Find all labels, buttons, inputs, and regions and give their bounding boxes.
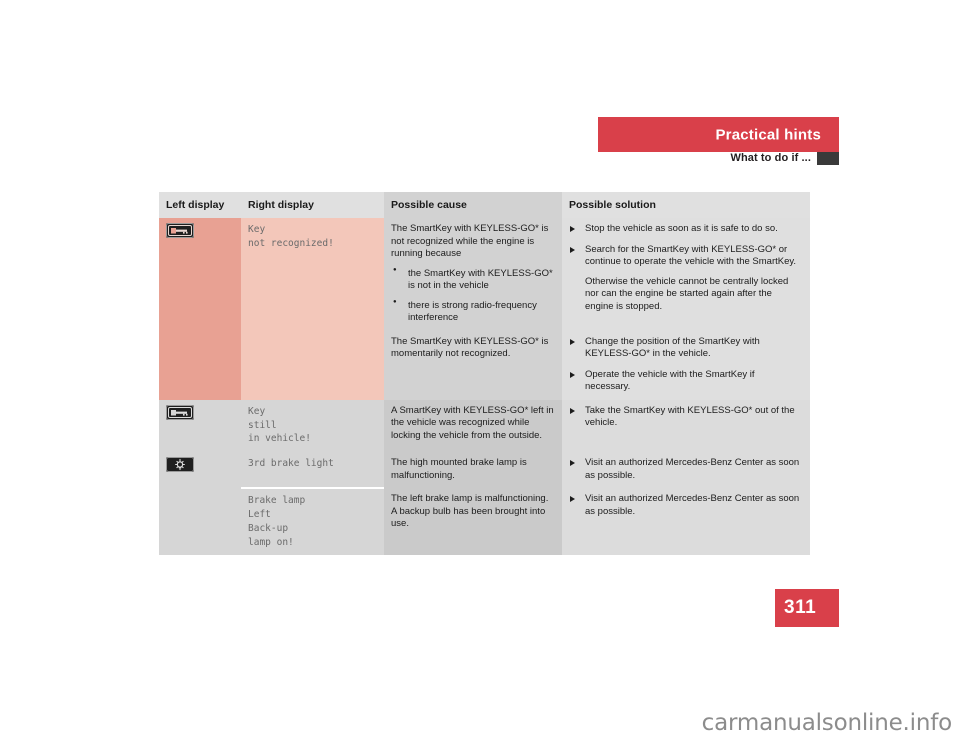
- display-message: Key not recognized!: [248, 224, 334, 249]
- key-telltale-icon: [166, 223, 194, 238]
- cause-text: The SmartKey with KEYLESS-GO* is not rec…: [391, 223, 549, 260]
- list-item: Operate the vehicle with the SmartKey if…: [569, 369, 802, 394]
- list-item: the SmartKey with KEYLESS-GO* is not in …: [391, 267, 554, 293]
- cell-possible-cause: A SmartKey with KEYLESS-GO* left in the …: [384, 399, 562, 453]
- display-message: Brake lamp Left Back-up lamp on!: [248, 495, 306, 548]
- table-row: 3rd brake light The high mounted brake l…: [159, 452, 810, 556]
- page-sheet: Practical hints What to do if ... Left d…: [0, 0, 960, 742]
- cell-possible-solution: Take the SmartKey with KEYLESS-GO* out o…: [562, 399, 810, 453]
- cell-left-display: [159, 218, 241, 400]
- cell-right-display: Key not recognized!: [241, 218, 384, 400]
- section-marker-block: [817, 152, 839, 165]
- display-message: Key still in vehicle!: [248, 405, 311, 445]
- solution-bullet-list: Visit an authorized Mercedes-Benz Center…: [569, 493, 802, 518]
- list-item: Visit an authorized Mercedes-Benz Center…: [569, 457, 802, 482]
- cell-possible-solution: Stop the vehicle as soon as it is safe t…: [562, 218, 810, 331]
- cause-text: A SmartKey with KEYLESS-GO* left in the …: [391, 404, 554, 441]
- subchapter-row: What to do if ...: [598, 152, 839, 166]
- column-header-left-display: Left display: [159, 192, 241, 218]
- table-header-row: Left display Right display Possible caus…: [159, 192, 810, 218]
- chapter-banner: Practical hints: [598, 117, 839, 152]
- key-telltale-icon: [166, 404, 194, 420]
- brake-lamp-telltale-icon: [166, 457, 194, 473]
- cell-right-display: 3rd brake light: [241, 452, 384, 489]
- section-title: What to do if ...: [730, 152, 811, 164]
- cause-text: The SmartKey with KEYLESS-GO* is momenta…: [391, 335, 549, 360]
- cell-possible-cause: The high mounted brake lamp is malfuncti…: [384, 452, 562, 489]
- column-header-possible-cause: Possible cause: [384, 192, 562, 218]
- cell-possible-cause: The SmartKey with KEYLESS-GO* is momenta…: [384, 330, 562, 400]
- cell-right-display: Key still in vehicle!: [241, 399, 384, 453]
- list-item: Take the SmartKey with KEYLESS-GO* out o…: [569, 405, 802, 430]
- page-number-tab: 311: [775, 589, 839, 627]
- cause-bullet-list: the SmartKey with KEYLESS-GO* is not in …: [391, 267, 554, 325]
- table-row: Key still in vehicle! A SmartKey with KE…: [159, 399, 810, 453]
- display-message: 3rd brake light: [248, 458, 334, 470]
- list-item: Stop the vehicle as soon as it is safe t…: [569, 223, 802, 236]
- list-item: Visit an authorized Mercedes-Benz Center…: [569, 493, 802, 518]
- cause-text: The high mounted brake lamp is malfuncti…: [391, 457, 527, 481]
- cell-left-display: [159, 399, 241, 453]
- cause-text: The left brake lamp is malfunctioning. A…: [391, 493, 549, 530]
- cell-possible-cause: The SmartKey with KEYLESS-GO* is not rec…: [384, 218, 562, 331]
- solution-bullet-list: Stop the vehicle as soon as it is safe t…: [569, 223, 802, 269]
- table-row: Brake lamp Left Back-up lamp on! The lef…: [159, 487, 810, 556]
- solution-bullet-list: Take the SmartKey with KEYLESS-GO* out o…: [569, 405, 802, 430]
- solution-note: Otherwise the vehicle cannot be centrall…: [585, 275, 789, 312]
- column-header-possible-solution: Possible solution: [562, 192, 810, 218]
- column-header-right-display: Right display: [241, 192, 384, 218]
- cell-possible-cause: The left brake lamp is malfunctioning. A…: [384, 488, 562, 556]
- solution-bullet-list: Visit an authorized Mercedes-Benz Center…: [569, 457, 802, 482]
- cell-possible-solution: Visit an authorized Mercedes-Benz Center…: [562, 452, 810, 489]
- cell-left-display: [159, 452, 241, 556]
- list-item: there is strong radio-frequency interfer…: [391, 299, 554, 325]
- cell-possible-solution: Change the position of the SmartKey with…: [562, 330, 810, 400]
- page-number: 311: [784, 597, 817, 618]
- solution-bullet-list: Change the position of the SmartKey with…: [569, 336, 802, 394]
- cell-right-display: Brake lamp Left Back-up lamp on!: [241, 487, 384, 556]
- site-watermark: carmanualsonline.info: [701, 710, 953, 736]
- list-item: Search for the SmartKey with KEYLESS-GO*…: [569, 244, 802, 269]
- list-item: Change the position of the SmartKey with…: [569, 336, 802, 361]
- table-row: Key not recognized! The SmartKey with KE…: [159, 218, 810, 400]
- chapter-title: Practical hints: [715, 126, 821, 143]
- what-to-do-if-table: Left display Right display Possible caus…: [159, 192, 810, 556]
- cell-possible-solution: Visit an authorized Mercedes-Benz Center…: [562, 488, 810, 556]
